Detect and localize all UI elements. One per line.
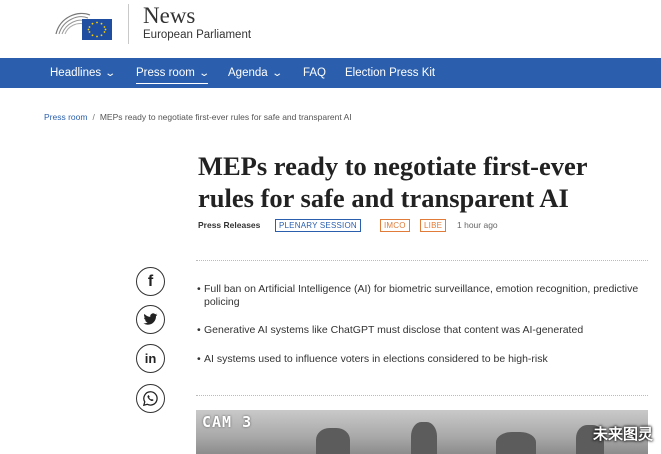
tag-libe[interactable]: LIBE	[420, 219, 447, 232]
section-divider	[196, 260, 648, 261]
tag-imco[interactable]: IMCO	[380, 219, 410, 232]
page-title: MEPs ready to negotiate first-ever rules…	[198, 151, 588, 213]
chevron-down-icon: ⌄	[270, 68, 283, 79]
chevron-down-icon: ⌄	[198, 68, 210, 79]
facebook-icon: f	[147, 272, 154, 290]
breadcrumb-separator: /	[92, 112, 95, 122]
header-divider	[128, 4, 129, 44]
whatsapp-icon	[142, 391, 158, 407]
nav-agenda[interactable]: Agenda ⌄	[228, 58, 283, 88]
list-item: Generative AI systems like ChatGPT must …	[197, 324, 647, 337]
chevron-down-icon: ⌄	[104, 68, 117, 79]
nav-label: Press room	[136, 67, 195, 79]
watermark: 未来图灵	[592, 426, 653, 443]
image-figure	[316, 428, 350, 454]
image-figure	[411, 422, 437, 454]
share-facebook-button[interactable]: f	[136, 267, 165, 296]
twitter-icon	[143, 313, 158, 325]
linkedin-icon: in	[144, 351, 157, 366]
breadcrumb-press-room[interactable]: Press room	[44, 112, 87, 122]
breadcrumb: Press room / MEPs ready to negotiate first…	[44, 112, 352, 122]
nav-press-room[interactable]: Press room ⌄	[136, 58, 210, 88]
share-whatsapp-button[interactable]	[136, 384, 165, 413]
nav-label: Headlines	[50, 67, 102, 79]
site-title[interactable]: News	[143, 3, 195, 29]
nav-faq[interactable]: FAQ	[303, 58, 326, 88]
nav-label: Election Press Kit	[345, 67, 436, 79]
list-item: Full ban on Artificial Intelligence (AI)…	[197, 283, 647, 309]
nav-election-press-kit[interactable]: Election Press Kit	[345, 58, 435, 88]
site-header: News European Parliament	[0, 0, 661, 58]
article-image[interactable]: CAM 3	[196, 410, 648, 454]
tag-plenary-session[interactable]: PLENARY SESSION	[275, 219, 361, 232]
section-divider	[196, 395, 648, 396]
site-subtitle: European Parliament	[143, 29, 252, 41]
breadcrumb-current: MEPs ready to negotiate first-ever rules…	[99, 112, 352, 122]
main-nav: Headlines ⌄ Press room ⌄ Agenda ⌄ FAQ Elect…	[0, 58, 661, 88]
european-parliament-logo[interactable]	[52, 7, 114, 43]
nav-label: Agenda	[228, 67, 268, 79]
share-linkedin-button[interactable]: in	[136, 344, 165, 373]
list-item: AI systems used to influence voters in e…	[197, 353, 647, 366]
share-twitter-button[interactable]	[136, 305, 165, 334]
nav-label: FAQ	[303, 67, 327, 79]
image-overlay-text: CAM 3	[202, 413, 253, 431]
image-figure	[496, 432, 536, 454]
publish-time: 1 hour ago	[457, 220, 498, 230]
category-label[interactable]: Press Releases	[198, 220, 260, 230]
nav-headlines[interactable]: Headlines ⌄	[50, 58, 117, 88]
